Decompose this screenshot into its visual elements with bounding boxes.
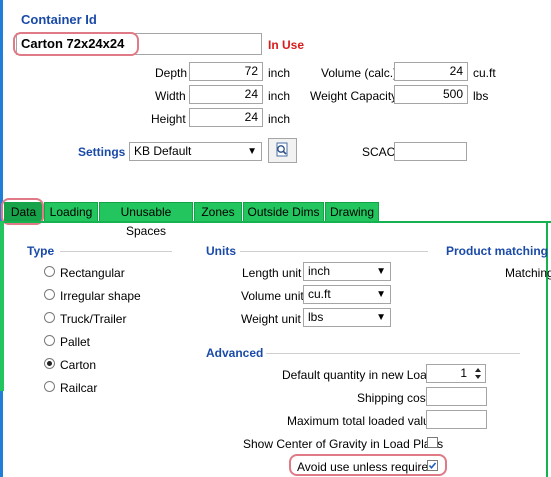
weight-unit-label: Weight unit: [241, 312, 301, 326]
scac-input[interactable]: [394, 142, 467, 161]
in-use-status: In Use: [268, 38, 305, 52]
cog-checkbox[interactable]: [427, 437, 438, 448]
volume-input: 24: [394, 62, 468, 81]
tab-underline: [0, 221, 551, 223]
radio-truck-trailer[interactable]: [44, 312, 55, 323]
height-label: Height: [151, 112, 186, 126]
max-loaded-label: Maximum total loaded value: [287, 414, 437, 428]
product-matching-heading: Product matching: [446, 244, 549, 258]
chevron-down-icon: ▼: [247, 146, 257, 157]
radio-rectangular[interactable]: [44, 266, 55, 277]
chevron-down-icon: ▼: [376, 312, 386, 323]
height-unit: inch: [268, 112, 291, 126]
chevron-down-icon: ▼: [376, 289, 386, 300]
default-qty-label: Default quantity in new Load: [282, 368, 434, 382]
radio-label-railcar: Railcar: [60, 381, 98, 395]
tab-outside-dims[interactable]: Outside Dims: [243, 202, 324, 221]
search-icon: [276, 142, 288, 157]
volume-unit: cu.ft: [473, 66, 496, 80]
settings-label: Settings: [78, 145, 126, 159]
depth-label: Depth: [155, 66, 188, 80]
scac-label: SCAC: [362, 145, 396, 159]
avoid-highlight: [289, 454, 447, 476]
tab-drawing[interactable]: Drawing: [325, 202, 379, 221]
width-unit: inch: [268, 89, 291, 103]
settings-dropdown[interactable]: KB Default ▼: [129, 142, 262, 161]
radio-irregular-shape[interactable]: [44, 289, 55, 300]
units-divider: [240, 251, 428, 252]
type-heading: Type: [27, 244, 55, 258]
width-input[interactable]: 24: [189, 85, 263, 104]
radio-label-irregular-shape: Irregular shape: [60, 289, 141, 303]
tab-unusable-spaces[interactable]: Unusable Spaces: [99, 202, 193, 238]
advanced-heading: Advanced: [206, 346, 264, 360]
radio-label-pallet: Pallet: [60, 335, 91, 349]
tab-zones[interactable]: Zones: [194, 202, 242, 221]
weight-capacity-label: Weight Capacity: [310, 89, 398, 103]
weight-unit-dropdown[interactable]: lbs ▼: [303, 308, 391, 327]
volume-unit-value: cu.ft: [308, 287, 331, 301]
length-unit-dropdown[interactable]: inch ▼: [303, 262, 391, 281]
cog-label: Show Center of Gravity in Load Plans: [243, 437, 444, 451]
radio-label-carton: Carton: [60, 358, 97, 372]
width-label: Width: [155, 89, 186, 103]
default-qty-value: 1: [460, 366, 467, 380]
shipping-cost-label: Shipping cost: [357, 391, 430, 405]
units-heading: Units: [206, 244, 236, 258]
radio-carton[interactable]: [44, 358, 55, 369]
advanced-divider: [266, 353, 520, 354]
shipping-cost-input[interactable]: [426, 387, 487, 406]
container-id-label: Container Id: [21, 12, 97, 27]
max-loaded-input[interactable]: [426, 410, 487, 429]
radio-label-rectangular: Rectangular: [60, 266, 125, 280]
radio-pallet[interactable]: [44, 335, 55, 346]
settings-browse-button[interactable]: [268, 138, 297, 163]
type-divider: [60, 251, 172, 252]
default-qty-spinner[interactable]: [473, 364, 483, 383]
height-input[interactable]: 24: [189, 108, 263, 127]
weight-unit-value: lbs: [308, 310, 324, 324]
chevron-down-icon: ▼: [376, 266, 386, 277]
depth-unit: inch: [268, 66, 291, 80]
tab-loading[interactable]: Loading: [44, 202, 98, 221]
settings-dropdown-value: KB Default: [134, 144, 192, 158]
spinner-arrows-icon: [475, 368, 481, 379]
length-unit-label: Length unit: [242, 266, 302, 280]
length-unit-value: inch: [308, 264, 331, 278]
name-highlight: [13, 32, 139, 56]
panel-right-border: [546, 221, 548, 477]
radio-label-truck-trailer: Truck/Trailer: [60, 312, 127, 326]
volume-unit-label: Volume unit: [241, 289, 304, 303]
depth-input[interactable]: 72: [189, 62, 263, 81]
matching-label: Matching: [505, 266, 551, 280]
weight-capacity-input[interactable]: 500: [394, 85, 468, 104]
panel-left-border: [0, 221, 4, 391]
radio-railcar[interactable]: [44, 381, 55, 392]
volume-label: Volume (calc.): [321, 66, 398, 80]
volume-unit-dropdown[interactable]: cu.ft ▼: [303, 285, 391, 304]
weight-unit: lbs: [473, 89, 489, 103]
